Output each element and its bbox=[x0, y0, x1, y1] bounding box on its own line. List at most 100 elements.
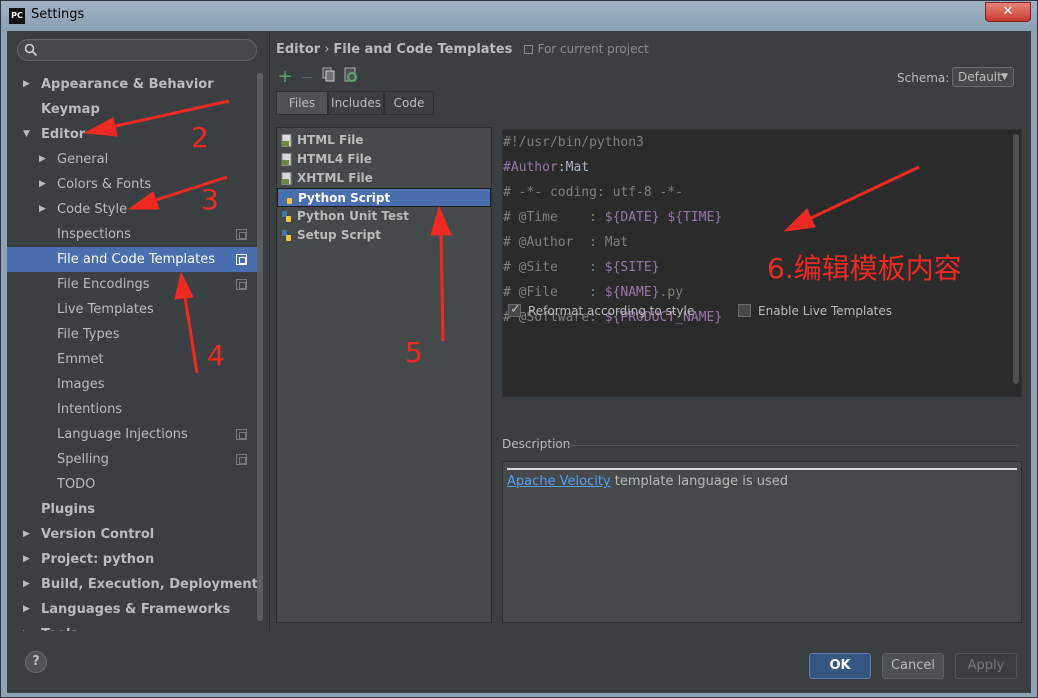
sidebar-item-appearance-behavior[interactable]: ▶ Appearance & Behavior bbox=[7, 72, 263, 97]
sidebar-item-plugins[interactable]: Plugins bbox=[7, 497, 263, 522]
code-text: :Mat bbox=[557, 160, 590, 175]
sidebar-scrollbar[interactable] bbox=[257, 73, 263, 621]
sidebar-item-label: Intentions bbox=[57, 402, 123, 417]
velocity-link[interactable]: Apache Velocity bbox=[507, 474, 611, 489]
apply-button[interactable]: Apply bbox=[955, 653, 1017, 679]
sidebar-item-todo[interactable]: TODO bbox=[7, 472, 263, 497]
description-rule bbox=[507, 468, 1017, 470]
window-title: Settings bbox=[31, 7, 85, 22]
sidebar-item-keymap[interactable]: Keymap bbox=[7, 97, 263, 122]
scope-label: For current project bbox=[524, 42, 649, 56]
code-line: #Author:Mat bbox=[503, 155, 589, 180]
add-template-button[interactable]: + bbox=[276, 67, 294, 87]
description-label: Description bbox=[502, 437, 571, 451]
copy-icon bbox=[322, 67, 335, 82]
chevron-right-icon[interactable]: ▶ bbox=[23, 622, 33, 631]
code-text: #Author bbox=[503, 160, 558, 175]
template-label: Python Script bbox=[298, 191, 391, 205]
annotation-number: 5 bbox=[405, 336, 423, 369]
sidebar-item-tools[interactable]: ▶ Tools bbox=[7, 622, 263, 631]
sidebar-item-label: Languages & Frameworks bbox=[41, 602, 231, 617]
code-text: # @File : bbox=[503, 285, 605, 300]
sidebar-item-label: Spelling bbox=[57, 452, 109, 467]
sidebar-item-spelling[interactable]: Spelling bbox=[7, 447, 263, 472]
tab-code[interactable]: Code bbox=[384, 91, 434, 115]
code-text: # @Time : bbox=[503, 210, 605, 225]
template-item-python-unit-test[interactable]: Python Unit Test bbox=[277, 207, 491, 226]
help-button[interactable]: ? bbox=[25, 651, 47, 673]
settings-window: PC Settings ✕ ▶ Appearance & Behavior Keym… bbox=[0, 0, 1038, 698]
reset-template-button[interactable] bbox=[342, 67, 360, 87]
sidebar-item-language-injections[interactable]: Language Injections bbox=[7, 422, 263, 447]
html-file-icon bbox=[281, 172, 292, 185]
ok-button[interactable]: OK bbox=[809, 653, 871, 679]
sidebar-item-label: Keymap bbox=[41, 102, 100, 117]
sidebar-item-label: Project: python bbox=[41, 552, 155, 567]
code-text: # -*- coding: utf-8 -*- bbox=[503, 185, 684, 200]
template-item-html4-file[interactable]: HTML4 File bbox=[277, 150, 491, 169]
chevron-right-icon[interactable]: ▶ bbox=[23, 597, 33, 622]
code-line: # @File : ${NAME}.py bbox=[503, 280, 683, 305]
project-scope-icon bbox=[236, 454, 247, 465]
cancel-button[interactable]: Cancel bbox=[882, 653, 944, 679]
project-scope-icon bbox=[236, 254, 247, 265]
live-templates-label: Enable Live Templates bbox=[758, 304, 893, 318]
project-scope-icon bbox=[236, 229, 247, 240]
sidebar-item-general[interactable]: ▶ General bbox=[7, 147, 263, 172]
breadcrumb-separator: › bbox=[324, 42, 330, 57]
reformat-label: Reformat according to style bbox=[528, 304, 695, 318]
template-item-xhtml-file[interactable]: XHTML File bbox=[277, 169, 491, 188]
checkbox-box: ✓ bbox=[508, 302, 521, 317]
template-item-html-file[interactable]: HTML File bbox=[277, 131, 491, 150]
sidebar-item-project-python[interactable]: ▶ Project: python bbox=[7, 547, 263, 572]
template-label: Python Unit Test bbox=[297, 209, 410, 223]
sidebar-item-label: Tools bbox=[41, 622, 78, 631]
chevron-right-icon[interactable]: ▶ bbox=[39, 147, 49, 172]
sidebar-item-live-templates[interactable]: Live Templates bbox=[7, 297, 263, 322]
settings-content: Editor › File and Code Templates For curre… bbox=[269, 31, 1031, 631]
chevron-down-icon[interactable]: ▼ bbox=[23, 122, 33, 147]
chevron-right-icon[interactable]: ▶ bbox=[39, 197, 49, 222]
chevron-right-icon[interactable]: ▶ bbox=[23, 572, 33, 597]
chevron-right-icon[interactable]: ▶ bbox=[39, 172, 49, 197]
sidebar-item-label: File Encodings bbox=[57, 277, 150, 292]
title-bar[interactable]: PC Settings ✕ bbox=[1, 1, 1037, 31]
sidebar-item-file-encodings[interactable]: File Encodings bbox=[7, 272, 263, 297]
annotation-number: 3 bbox=[201, 183, 219, 216]
sidebar-item-label: File and Code Templates bbox=[57, 252, 215, 267]
chevron-right-icon[interactable]: ▶ bbox=[23, 522, 33, 547]
sidebar-item-colors-fonts[interactable]: ▶ Colors & Fonts bbox=[7, 172, 263, 197]
plus-icon: + bbox=[277, 66, 293, 87]
project-scope-icon bbox=[236, 279, 247, 290]
schema-dropdown[interactable]: Default ▼ bbox=[952, 67, 1014, 87]
chevron-right-icon[interactable]: ▶ bbox=[23, 72, 33, 97]
code-variable: ${DATE} bbox=[604, 210, 660, 225]
code-text: # @Author : Mat bbox=[503, 235, 629, 250]
sidebar-item-build-execution-deployment[interactable]: ▶ Build, Execution, Deployment bbox=[7, 572, 263, 597]
template-item-setup-script[interactable]: Setup Script bbox=[277, 226, 491, 245]
sidebar-item-languages-frameworks[interactable]: ▶ Languages & Frameworks bbox=[7, 597, 263, 622]
tab-files[interactable]: Files bbox=[276, 91, 328, 115]
chevron-right-icon[interactable]: ▶ bbox=[23, 547, 33, 572]
search-input[interactable] bbox=[17, 39, 257, 61]
html-file-icon bbox=[281, 134, 292, 147]
copy-template-button[interactable] bbox=[320, 67, 338, 87]
sidebar-item-editor[interactable]: ▼ Editor bbox=[7, 122, 263, 147]
tab-includes[interactable]: Includes bbox=[328, 91, 384, 115]
sidebar-item-code-style[interactable]: ▶ Code Style bbox=[7, 197, 263, 222]
sidebar-item-file-and-code-templates[interactable]: File and Code Templates bbox=[7, 247, 263, 272]
sidebar-item-version-control[interactable]: ▶ Version Control bbox=[7, 522, 263, 547]
remove-template-button[interactable]: — bbox=[298, 67, 316, 87]
sidebar-item-images[interactable]: Images bbox=[7, 372, 263, 397]
close-button[interactable]: ✕ bbox=[985, 2, 1031, 22]
sidebar-item-label: Live Templates bbox=[57, 302, 154, 317]
sidebar-item-inspections[interactable]: Inspections bbox=[7, 222, 263, 247]
editor-scrollbar[interactable] bbox=[1013, 134, 1019, 384]
code-line: # @Author : Mat bbox=[503, 230, 628, 255]
project-scope-icon bbox=[236, 429, 247, 440]
schema-label: Schema: bbox=[897, 71, 950, 85]
template-item-python-script[interactable]: Python Script bbox=[277, 188, 491, 207]
sidebar-item-label: Editor bbox=[41, 127, 86, 142]
code-line: # -*- coding: utf-8 -*- bbox=[503, 180, 683, 205]
sidebar-item-intentions[interactable]: Intentions bbox=[7, 397, 263, 422]
